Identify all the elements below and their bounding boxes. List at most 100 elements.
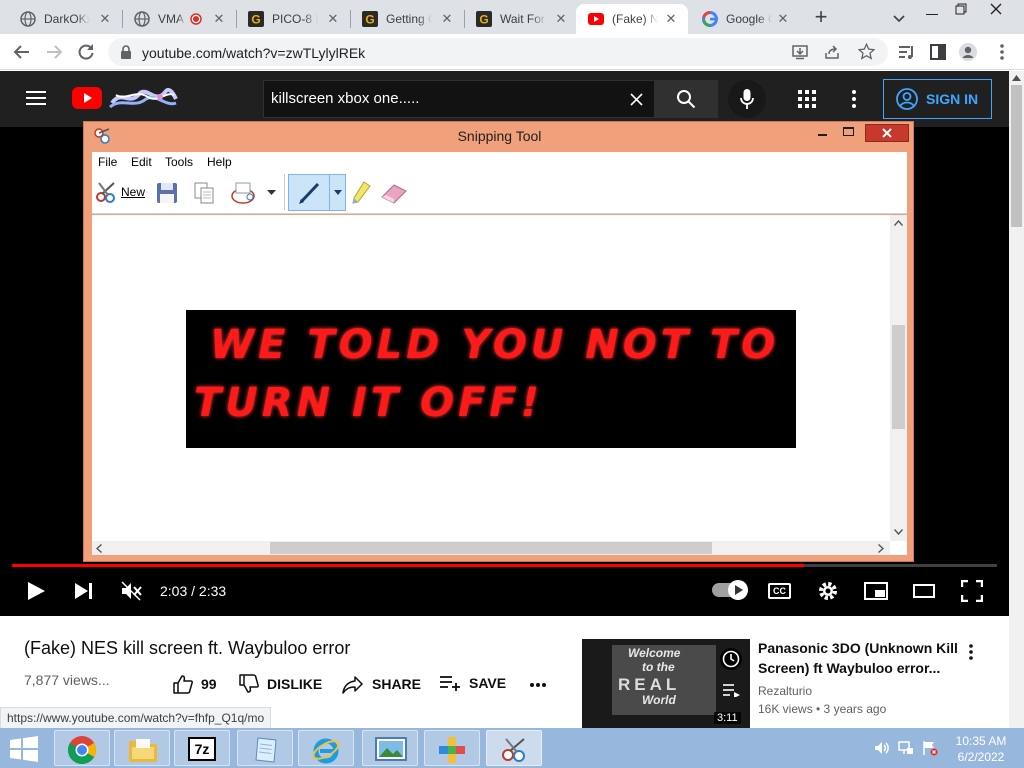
- tab-close-icon[interactable]: ✕: [664, 12, 678, 26]
- next-video-icon[interactable]: [74, 582, 94, 600]
- play-icon[interactable]: [26, 581, 46, 601]
- apps-grid-icon[interactable]: [797, 89, 817, 109]
- snip-canvas[interactable]: WE TOLD YOU NOT TO TURN IT OFF!: [92, 215, 907, 555]
- taskbar-7zip[interactable]: 7z: [174, 730, 230, 766]
- reload-icon[interactable]: [76, 42, 96, 62]
- profile-avatar-icon[interactable]: [958, 42, 978, 62]
- tab-close-icon[interactable]: ✕: [326, 12, 340, 26]
- tab-close-icon[interactable]: ✕: [440, 12, 454, 26]
- watch-later-button[interactable]: [720, 648, 742, 670]
- snip-hscroll-thumb[interactable]: [270, 542, 712, 554]
- bookmark-star-icon[interactable]: [858, 43, 875, 60]
- new-snip-button[interactable]: New: [94, 180, 145, 204]
- doodle-logo-icon[interactable]: [108, 85, 178, 111]
- taskbar-notepad[interactable]: [237, 730, 293, 766]
- menu-help[interactable]: Help: [207, 155, 232, 169]
- settings-kebab-icon[interactable]: [846, 89, 862, 109]
- recommended-menu-icon[interactable]: [968, 644, 974, 660]
- search-button[interactable]: [655, 80, 718, 118]
- recommended-thumbnail[interactable]: Welcome to the REAL World 3:11: [582, 639, 750, 728]
- search-box[interactable]: killscreen xbox one.....: [263, 80, 655, 118]
- sign-in-button[interactable]: SIGN IN: [883, 79, 992, 119]
- tab-search-icon[interactable]: [892, 11, 906, 25]
- scroll-down-icon[interactable]: [894, 529, 903, 535]
- snip-vertical-scrollbar[interactable]: [890, 215, 907, 541]
- voice-search-button[interactable]: [728, 80, 766, 118]
- view-count[interactable]: 7,877 views...: [24, 672, 110, 688]
- side-panel-icon[interactable]: [928, 42, 948, 62]
- theater-mode-icon[interactable]: [913, 584, 935, 598]
- back-icon[interactable]: [12, 42, 32, 62]
- pen-tool-button[interactable]: [288, 174, 346, 211]
- page-scrollbar[interactable]: [1009, 71, 1024, 728]
- tab-active-youtube[interactable]: (Fake) NE ✕: [576, 4, 688, 34]
- youtube-logo-icon[interactable]: [72, 87, 102, 109]
- fullscreen-icon[interactable]: [961, 580, 983, 602]
- tab-4[interactable]: G Getting C ✕: [350, 4, 464, 34]
- forward-icon[interactable]: [44, 42, 64, 62]
- taskbar-chrome[interactable]: [54, 730, 110, 766]
- save-snip-icon[interactable]: [155, 181, 179, 205]
- more-actions-icon[interactable]: [529, 682, 547, 688]
- tab-close-icon[interactable]: ✕: [776, 12, 790, 26]
- highlighter-icon[interactable]: [350, 180, 374, 206]
- network-tray-icon[interactable]: [898, 740, 914, 756]
- tab-3[interactable]: G PICO-8 F ✕: [236, 4, 350, 34]
- taskbar-photo-viewer[interactable]: [362, 730, 418, 766]
- tab-close-icon[interactable]: ✕: [98, 12, 112, 26]
- tab-1[interactable]: DarkOKx ✕: [8, 4, 122, 34]
- new-tab-button[interactable]: +: [810, 6, 832, 28]
- snip-close-button[interactable]: [865, 124, 909, 142]
- restore-icon[interactable]: [955, 3, 967, 15]
- tab-close-icon[interactable]: ✕: [212, 12, 226, 26]
- recommended-channel[interactable]: Rezalturio: [758, 684, 812, 698]
- muted-volume-icon[interactable]: [120, 580, 142, 602]
- hamburger-menu-icon[interactable]: [26, 90, 46, 106]
- menu-tools[interactable]: Tools: [165, 155, 193, 169]
- tab-5[interactable]: G Wait For ✕: [464, 4, 578, 34]
- eraser-icon[interactable]: [380, 182, 408, 204]
- copy-icon[interactable]: [192, 181, 216, 205]
- captions-icon[interactable]: CC: [768, 583, 791, 599]
- taskbar-date[interactable]: 6/2/2022: [948, 750, 1014, 764]
- tab-close-icon[interactable]: ✕: [554, 12, 568, 26]
- start-windows-icon[interactable]: [10, 736, 38, 762]
- settings-gear-icon[interactable]: [817, 580, 839, 602]
- tab-2[interactable]: VMA ✕: [122, 4, 236, 34]
- clear-search-icon[interactable]: [630, 93, 643, 106]
- miniplayer-icon[interactable]: [864, 582, 888, 600]
- menu-kebab-icon[interactable]: [992, 42, 1012, 62]
- scroll-right-icon[interactable]: [878, 544, 884, 553]
- add-to-queue-icon[interactable]: [722, 683, 740, 697]
- snip-horizontal-scrollbar[interactable]: [92, 541, 890, 555]
- close-window-icon[interactable]: [990, 3, 1002, 15]
- share-button[interactable]: SHARE: [342, 674, 421, 694]
- snip-vscroll-thumb[interactable]: [892, 325, 905, 429]
- lock-icon[interactable]: [120, 45, 132, 59]
- taskbar-internet-explorer[interactable]: [298, 730, 354, 766]
- menu-edit[interactable]: Edit: [131, 155, 152, 169]
- recommended-title[interactable]: Panasonic 3DO (Unknown Kill Screen) ft W…: [758, 638, 958, 678]
- taskbar-time[interactable]: 10:35 AM: [948, 734, 1014, 748]
- action-center-flag-icon[interactable]: [922, 740, 938, 756]
- tab-7[interactable]: Google C ✕: [690, 4, 800, 34]
- snip-minimize-icon[interactable]: [818, 134, 827, 136]
- autoplay-toggle[interactable]: [712, 580, 748, 600]
- dislike-button[interactable]: DISLIKE: [239, 674, 322, 694]
- media-queue-icon[interactable]: [896, 42, 916, 62]
- taskbar-paint[interactable]: [424, 730, 480, 766]
- snip-maximize-icon[interactable]: [843, 127, 854, 136]
- search-input[interactable]: killscreen xbox one.....: [271, 90, 419, 107]
- save-button[interactable]: SAVE: [439, 674, 506, 692]
- scroll-left-icon[interactable]: [96, 544, 102, 553]
- taskbar-snipping-tool[interactable]: [486, 730, 542, 766]
- share-icon[interactable]: [824, 44, 840, 60]
- scrollbar-thumb[interactable]: [1011, 85, 1022, 227]
- volume-tray-icon[interactable]: [874, 741, 890, 755]
- video-progress-bar[interactable]: [12, 564, 997, 567]
- address-bar[interactable]: youtube.com/watch?v=zwTLylylREk: [108, 38, 888, 66]
- send-snip-icon[interactable]: [230, 180, 258, 206]
- like-button[interactable]: 99: [173, 674, 217, 694]
- minimize-icon[interactable]: [926, 14, 938, 15]
- pen-dropdown-icon[interactable]: [334, 190, 342, 195]
